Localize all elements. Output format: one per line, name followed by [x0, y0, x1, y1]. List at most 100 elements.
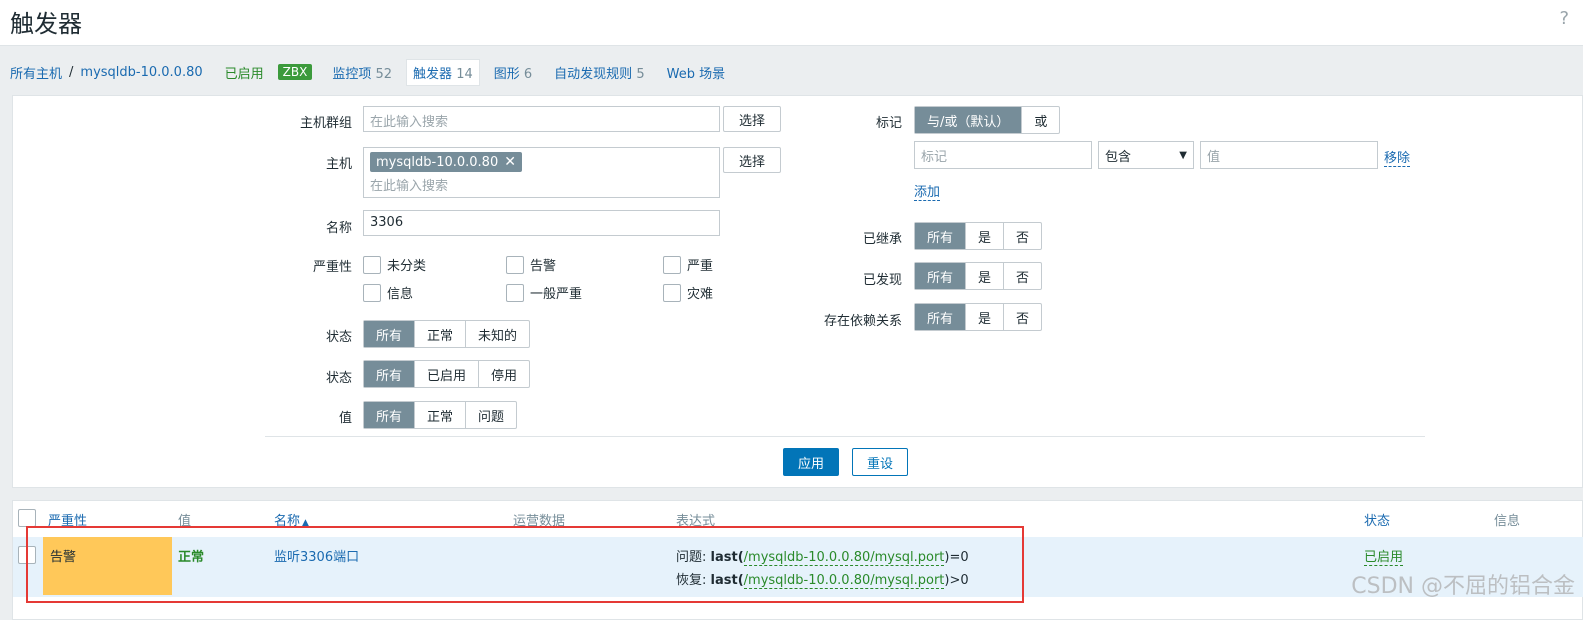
status-option-disabled[interactable]: 停用 [479, 361, 529, 387]
watermark: CSDN @不屈的铝合金 [1351, 574, 1575, 599]
discovered-segmented: 所有 是 否 [914, 262, 1043, 290]
tab-items[interactable]: 监控项 52 [332, 63, 392, 82]
host-group-select-button[interactable]: 选择 [723, 106, 781, 132]
apply-button[interactable]: 应用 [783, 448, 839, 476]
reset-button[interactable]: 重设 [852, 448, 908, 476]
host-select-button[interactable]: 选择 [723, 147, 781, 173]
checkbox-label: 灾难 [687, 287, 714, 302]
tag-remove-label: 移除 [1384, 151, 1411, 167]
tags-op-and-or[interactable]: 与/或（默认） [915, 107, 1023, 133]
tab-discovery-label: 自动发现规则 [554, 66, 633, 82]
dependencies-label: 存在依赖关系 [823, 314, 902, 329]
breadcrumb-separator: / [69, 64, 74, 80]
severity-label: 严重性 [312, 260, 352, 275]
checkbox[interactable] [506, 255, 524, 274]
highlight-box [26, 526, 1024, 603]
value-label: 值 [338, 411, 352, 426]
inherited-label: 已继承 [862, 232, 902, 247]
tags-op-or[interactable]: 或 [1022, 107, 1059, 133]
checkbox[interactable] [663, 283, 681, 302]
select-all-checkbox[interactable] [18, 509, 36, 527]
status-label: 状态 [325, 371, 352, 386]
name-input[interactable]: 3306 [363, 210, 720, 236]
value-option-all[interactable]: 所有 [364, 402, 416, 428]
tab-triggers-label: 触发器 [413, 66, 453, 82]
status-option-enabled[interactable]: 已启用 [415, 361, 480, 387]
col-info: 信息 [1494, 514, 1521, 529]
value-option-ok[interactable]: 正常 [415, 402, 467, 428]
severity-information[interactable]: 信息 [363, 283, 413, 302]
severity-average[interactable]: 一般严重 [506, 283, 582, 302]
tab-graphs-label: 图形 [493, 66, 520, 82]
tag-operator-select[interactable]: 包含 ▼ [1098, 141, 1194, 169]
host-multiselect[interactable]: mysqldb-10.0.0.80 ✕ 在此输入搜索 [363, 147, 720, 198]
tab-graphs-count: 6 [523, 66, 533, 82]
page-header: 触发器 ? [0, 0, 1583, 46]
checkbox[interactable] [363, 255, 381, 274]
breadcrumb-host[interactable]: mysqldb-10.0.0.80 [80, 65, 202, 80]
host-group-label: 主机群组 [299, 116, 352, 131]
tab-discovery-count: 5 [636, 66, 645, 82]
filter-divider [265, 436, 1425, 437]
host-group-input[interactable]: 在此输入搜索 [363, 106, 720, 132]
tag-name-input[interactable]: 标记 [914, 141, 1092, 169]
tab-discovery[interactable]: 自动发现规则 5 [554, 63, 644, 82]
inherited-segmented: 所有 是 否 [914, 222, 1043, 250]
discovered-option-all[interactable]: 所有 [915, 263, 967, 289]
state-option-normal[interactable]: 正常 [415, 321, 467, 347]
dependencies-segmented: 所有 是 否 [914, 303, 1043, 331]
severity-warning[interactable]: 告警 [506, 255, 556, 274]
checkbox[interactable] [363, 283, 381, 302]
host-status-enabled[interactable]: 已启用 [225, 63, 264, 82]
severity-not-classified[interactable]: 未分类 [363, 255, 426, 274]
inherited-option-no[interactable]: 否 [1004, 223, 1041, 249]
breadcrumb-all-hosts[interactable]: 所有主机 [10, 63, 62, 82]
tag-add-link[interactable]: 添加 [914, 181, 941, 201]
help-icon[interactable]: ? [1559, 8, 1569, 29]
name-label: 名称 [325, 221, 352, 236]
checkbox-label: 告警 [530, 259, 557, 274]
status-option-all[interactable]: 所有 [364, 361, 416, 387]
state-option-all[interactable]: 所有 [364, 321, 416, 347]
checkbox-label: 未分类 [387, 259, 427, 274]
col-status[interactable]: 状态 [1364, 510, 1390, 529]
tab-web[interactable]: Web 场景 [667, 63, 725, 82]
severity-disaster[interactable]: 灾难 [663, 283, 713, 302]
checkbox-label: 一般严重 [530, 287, 583, 302]
status-segmented: 所有 已启用 停用 [363, 360, 531, 388]
tab-graphs[interactable]: 图形 6 [494, 63, 532, 82]
value-segmented: 所有 正常 问题 [363, 401, 518, 429]
tag-operator-value: 包含 [1105, 149, 1132, 165]
inherited-option-yes[interactable]: 是 [966, 223, 1005, 249]
inherited-option-all[interactable]: 所有 [915, 223, 967, 249]
dependencies-option-no[interactable]: 否 [1004, 304, 1041, 330]
chevron-down-icon: ▼ [1179, 149, 1187, 161]
tag-add-label: 添加 [914, 185, 941, 201]
tags-operator-segmented: 与/或（默认） 或 [914, 106, 1061, 134]
discovered-label: 已发现 [862, 273, 902, 288]
severity-high[interactable]: 严重 [663, 255, 713, 274]
dependencies-option-yes[interactable]: 是 [966, 304, 1005, 330]
tab-triggers-count: 14 [456, 66, 473, 82]
host-chip-label: mysqldb-10.0.0.80 [376, 154, 499, 170]
tab-items-count: 52 [375, 66, 393, 82]
tag-value-input[interactable]: 值 [1200, 141, 1378, 169]
state-option-unknown[interactable]: 未知的 [466, 321, 529, 347]
tag-remove-link[interactable]: 移除 [1384, 147, 1411, 167]
checkbox[interactable] [663, 255, 681, 274]
dependencies-option-all[interactable]: 所有 [915, 304, 967, 330]
discovered-option-yes[interactable]: 是 [966, 263, 1005, 289]
tab-triggers[interactable]: 触发器 14 [406, 58, 480, 86]
value-option-problem[interactable]: 问题 [466, 402, 516, 428]
close-icon[interactable]: ✕ [504, 154, 516, 170]
checkbox[interactable] [506, 283, 524, 302]
checkbox-label: 信息 [387, 287, 414, 302]
zbx-availability-badge: ZBX [277, 64, 313, 80]
discovered-option-no[interactable]: 否 [1004, 263, 1041, 289]
status-enabled-link[interactable]: 已启用 [1364, 546, 1404, 566]
host-chip: mysqldb-10.0.0.80 ✕ [370, 152, 522, 172]
tab-items-label: 监控项 [332, 66, 372, 82]
checkbox-label: 严重 [687, 259, 714, 274]
state-label: 状态 [325, 330, 352, 345]
host-label: 主机 [325, 157, 352, 172]
